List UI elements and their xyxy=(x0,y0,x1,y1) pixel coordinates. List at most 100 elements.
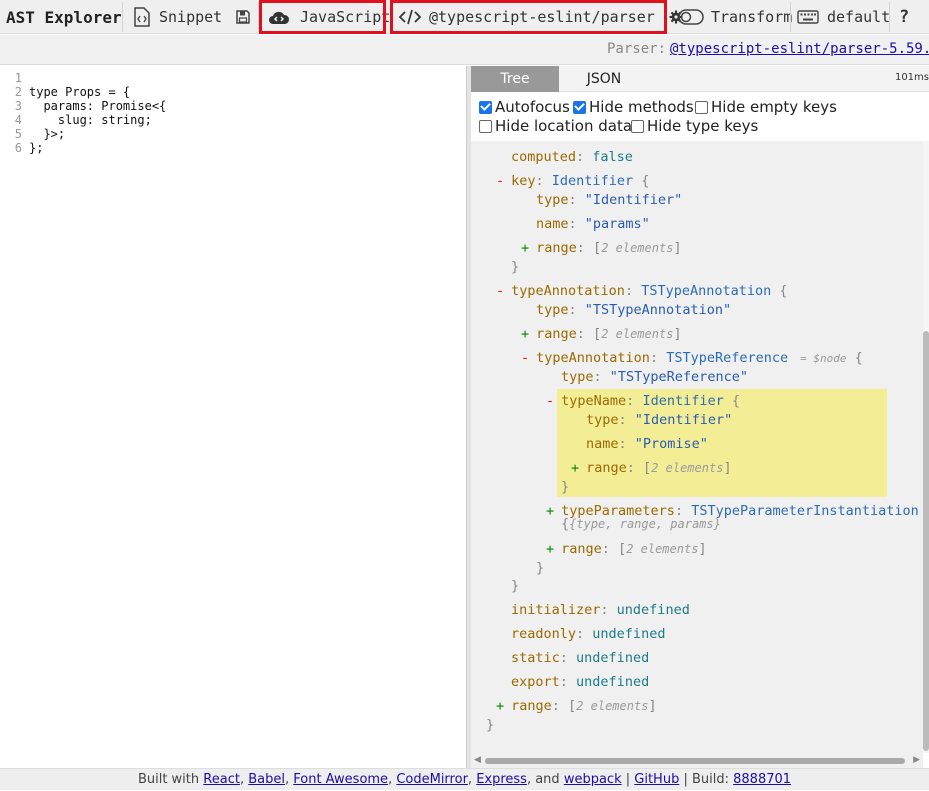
hide-methods-checkbox[interactable] xyxy=(573,100,586,114)
property-value: undefined xyxy=(576,650,650,666)
line-number: 3 xyxy=(14,99,22,113)
build-link[interactable]: 8888701 xyxy=(733,772,791,787)
tab-json[interactable]: JSON xyxy=(559,66,649,92)
line-number: 4 xyxy=(14,113,22,127)
node-summary: {{type, range, params} xyxy=(561,516,721,532)
snippet-button[interactable]: Snippet xyxy=(133,0,222,34)
hide-empty-keys-option[interactable]: Hide empty keys xyxy=(695,98,837,116)
code-line[interactable]: }>; xyxy=(29,127,166,141)
react-link[interactable]: React xyxy=(203,772,240,787)
tree-property[interactable]: export: undefined xyxy=(511,673,649,691)
hide-empty-keys-label: Hide empty keys xyxy=(711,98,837,116)
tree-property[interactable]: name: "params" xyxy=(536,215,650,233)
code-brackets-icon xyxy=(399,9,421,25)
floppy-disk-icon xyxy=(236,10,250,24)
tree-property[interactable]: initializer: undefined xyxy=(511,601,690,619)
code-line[interactable]: slug: string; xyxy=(29,113,166,127)
hide-location-data-checkbox[interactable] xyxy=(479,119,492,133)
parser-version-link[interactable]: @typescript-eslint/parser-5.59.7 xyxy=(670,41,929,57)
range-summary: 2 elements xyxy=(601,241,674,255)
scroll-left-icon[interactable]: ◀ xyxy=(474,755,481,765)
expand-toggle[interactable]: + xyxy=(521,240,529,256)
scrollbar-thumb[interactable] xyxy=(485,758,905,764)
property-key: typeAnnotation xyxy=(536,350,650,366)
node-type: TSTypeAnnotation xyxy=(641,283,772,299)
express-link[interactable]: Express xyxy=(476,772,527,787)
tree-range[interactable]: + range: [2 elements] xyxy=(571,459,732,477)
keymap-button[interactable]: default xyxy=(797,0,890,34)
tree-property[interactable]: static: undefined xyxy=(511,649,649,667)
font-awesome-link[interactable]: Font Awesome xyxy=(293,772,388,787)
codemirror-link[interactable]: CodeMirror xyxy=(396,772,468,787)
cloud-icon xyxy=(268,9,290,25)
horizontal-scrollbar[interactable]: ◀ ▶ xyxy=(471,753,923,768)
code-line[interactable]: params: Promise<{ xyxy=(29,99,166,113)
tree-range[interactable]: + range: [2 elements] xyxy=(521,239,682,257)
property-key: key xyxy=(511,173,536,189)
expand-toggle[interactable]: + xyxy=(496,698,504,714)
property-value: "Identifier" xyxy=(634,412,733,428)
hide-location-data-option[interactable]: Hide location data xyxy=(479,117,632,135)
snippet-label: Snippet xyxy=(159,8,223,26)
tree-node-type-annotation[interactable]: - typeAnnotation: TSTypeAnnotation { xyxy=(496,282,788,300)
collapse-toggle[interactable]: - xyxy=(496,173,504,189)
autofocus-checkbox[interactable] xyxy=(479,100,492,114)
footer-text: Built with xyxy=(137,772,200,787)
expand-toggle[interactable]: + xyxy=(546,503,554,519)
tree-node-key[interactable]: - key: Identifier { xyxy=(496,172,649,190)
webpack-link[interactable]: webpack xyxy=(564,772,622,787)
property-key: type xyxy=(586,412,619,428)
tree-property[interactable]: type: "TSTypeReference" xyxy=(561,368,748,386)
app-title: AST Explorer xyxy=(6,7,122,27)
property-key: type xyxy=(536,302,569,318)
hide-empty-keys-checkbox[interactable] xyxy=(695,100,708,114)
hide-methods-option[interactable]: Hide methods xyxy=(573,98,694,116)
tree-property[interactable]: type: "Identifier" xyxy=(586,411,732,429)
tree-property[interactable]: computed: false xyxy=(511,148,633,166)
code-line[interactable] xyxy=(29,71,166,85)
tree-range[interactable]: + range: [2 elements] xyxy=(496,697,657,715)
tree-property[interactable]: type: "Identifier" xyxy=(536,191,682,209)
tree-range[interactable]: + range: [2 elements] xyxy=(521,325,682,343)
range-summary: 2 elements xyxy=(626,542,699,556)
code-lines[interactable]: type Props = { params: Promise<{ slug: s… xyxy=(29,71,166,155)
code-editor[interactable]: 1 2 3 4 5 6 type Props = { params: Promi… xyxy=(0,66,467,768)
hide-type-keys-option[interactable]: Hide type keys xyxy=(631,117,758,135)
hide-type-keys-label: Hide type keys xyxy=(647,117,759,135)
language-button[interactable]: JavaScript xyxy=(259,0,390,34)
tree-property[interactable]: name: "Promise" xyxy=(586,435,708,453)
hide-methods-label: Hide methods xyxy=(589,98,694,116)
collapse-toggle[interactable]: - xyxy=(521,350,529,366)
code-line[interactable]: }; xyxy=(29,141,166,155)
collapse-toggle[interactable]: - xyxy=(546,393,554,409)
github-link[interactable]: GitHub xyxy=(634,772,679,787)
tree-node-ts-type-reference[interactable]: - typeAnnotation: TSTypeReference = $node … xyxy=(521,349,863,367)
tree-options: Autofocus Hide methods Hide empty keys H… xyxy=(471,94,929,140)
parser-button[interactable]: @typescript-eslint/parser xyxy=(390,0,683,34)
ast-tree[interactable]: computed: false - key: Identifier { type:… xyxy=(471,141,923,753)
closing-brace: } xyxy=(511,259,520,275)
transform-button[interactable]: Transform xyxy=(678,0,792,34)
help-button[interactable]: ? xyxy=(899,0,909,34)
line-number: 5 xyxy=(14,127,22,141)
tab-tree[interactable]: Tree xyxy=(471,66,559,92)
hide-type-keys-checkbox[interactable] xyxy=(631,119,644,133)
autofocus-option[interactable]: Autofocus xyxy=(479,98,570,116)
expand-toggle[interactable]: + xyxy=(546,541,554,557)
property-key: type xyxy=(561,369,594,385)
tree-property[interactable]: type: "TSTypeAnnotation" xyxy=(536,301,731,319)
scrollbar-thumb[interactable] xyxy=(923,331,929,751)
property-key: range xyxy=(536,326,577,342)
expand-toggle[interactable]: + xyxy=(521,326,529,342)
expand-toggle[interactable]: + xyxy=(571,460,579,476)
tree-node-type-name[interactable]: - typeName: Identifier { xyxy=(546,392,740,410)
toolbar-divider xyxy=(790,2,791,32)
babel-link[interactable]: Babel xyxy=(248,772,285,787)
code-line[interactable]: type Props = { xyxy=(29,85,166,99)
save-button[interactable] xyxy=(236,0,250,34)
vertical-scrollbar[interactable] xyxy=(923,141,929,753)
collapse-toggle[interactable]: - xyxy=(496,283,504,299)
scroll-right-icon[interactable]: ▶ xyxy=(913,755,920,765)
tree-range[interactable]: + range: [2 elements] xyxy=(546,540,707,558)
tree-property[interactable]: readonly: undefined xyxy=(511,625,665,643)
